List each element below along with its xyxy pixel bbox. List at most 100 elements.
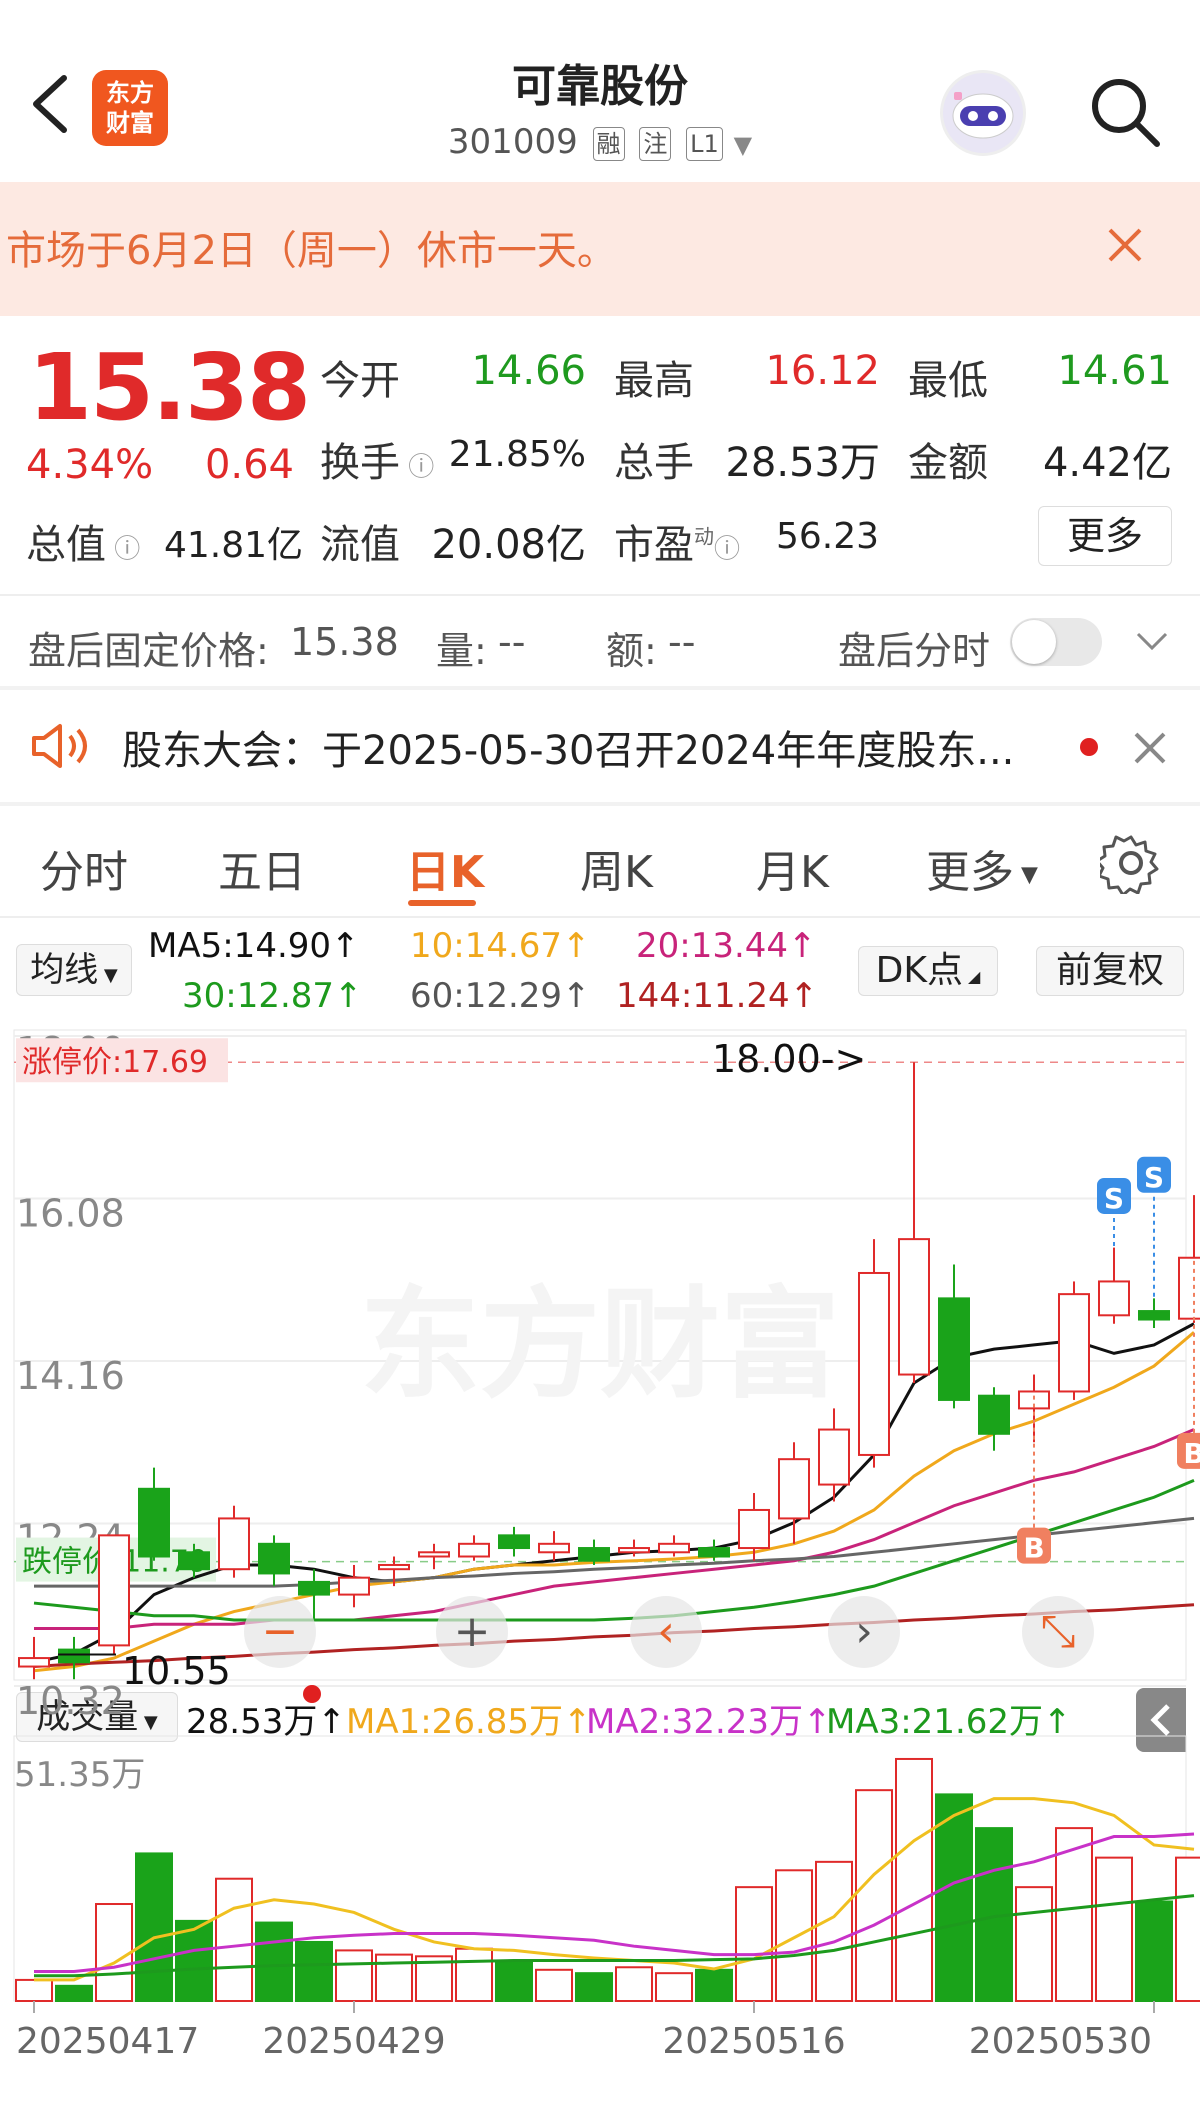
ma60-value: 60:12.29↑ [410,976,591,1016]
volume-bar [1175,1856,1200,2003]
candle-body [58,1648,90,1664]
volume-bar [895,1757,933,2002]
after-hours-row: 盘后固定价格: 15.38 量: -- 额: -- 盘后分时 [0,596,1200,688]
high-value: 16.12 [765,348,880,394]
price-tick-label: 16.08 [16,1192,125,1236]
signal-letter: S [1104,1182,1124,1215]
volume-bar [55,1984,93,2003]
tab-weekly-k[interactable]: 周K [580,836,653,900]
volume-bar [455,1947,493,2002]
adjust-mode-button[interactable]: 前复权 [1036,946,1184,996]
more-quote-button[interactable]: 更多 [1038,506,1172,566]
after-hours-qty: -- [498,620,526,664]
tab-more[interactable]: 更多 ▼ [926,836,1038,900]
shareholder-meeting-banner[interactable]: 股东大会：于2025-05-30召开2024年年度股东... [0,690,1200,802]
candle-body [418,1551,450,1558]
candle-body [898,1238,930,1376]
info-icon[interactable]: ⓘ [400,453,434,483]
ma20-value: 20:13.44↑ [636,926,817,966]
scroll-left-button-glyph: ‹ [657,1606,675,1657]
fullscreen-button-glyph: ⤡ [1040,1606,1075,1657]
after-hours-fixed-price: 15.38 [290,620,399,664]
candle-body [1058,1293,1090,1393]
tab-five-day[interactable]: 五日 [218,836,306,900]
open-value: 14.66 [471,348,586,394]
close-icon[interactable] [1130,728,1170,768]
level-tag: L1 [686,126,723,161]
volume-bar [815,1860,853,2002]
settings-gear-icon[interactable] [1100,832,1162,894]
pe-label: 市盈动ⓘ [614,522,741,568]
stock-code: 301009 [447,122,578,162]
turnover-label: 换手 ⓘ [320,440,435,486]
volume-bar [495,1961,533,2002]
date-label: 20250417 [16,2021,199,2062]
candle-body [218,1517,250,1571]
signal-letter: B [1023,1532,1044,1565]
tab-monthly-k[interactable]: 月K [756,836,829,900]
candle-body [258,1542,290,1575]
app-header: 东方 财富 可靠股份 301009 融 注 L1 ▼ [0,0,1200,182]
date-label: 20250516 [662,2021,845,2062]
volume-bar [295,1940,333,2003]
info-icon[interactable]: ⓘ [106,535,140,565]
unread-dot [1080,738,1098,756]
meeting-text: 股东大会：于2025-05-30召开2024年年度股东... [122,728,1015,774]
tab-intraday[interactable]: 分时 [40,836,128,900]
caret-down-icon: ▼ [1014,862,1038,888]
mktcap-label: 总值 ⓘ [26,522,141,568]
after-hours-amt-label: 额: [606,629,657,673]
volume-bar [855,1789,893,2003]
candle-body [698,1547,730,1558]
candle-body [978,1394,1010,1435]
candle-body [298,1580,330,1596]
moving-average-legend: 均线 ▼ MA5:14.90↑ 10:14.67↑ 20:13.44↑ 30:1… [0,918,1200,1028]
candle-body [138,1487,170,1558]
candle-body [938,1297,970,1401]
search-icon[interactable] [1085,72,1165,152]
limit-up-label: 涨停价:17.69 [22,1045,208,1080]
candle-body [98,1534,130,1647]
close-icon[interactable] [1100,220,1150,270]
kline-chart[interactable]: 18.0016.0814.1612.2410.32涨停价:17.69跌停价:11… [0,1026,1200,2105]
low-value: 14.61 [1057,348,1172,394]
candle-body [498,1534,530,1550]
volume-value: 28.53万 [725,440,880,486]
candle-body [578,1547,610,1562]
volume-bar [695,1968,733,2003]
pe-value: 56.23 [776,516,880,557]
change-pct: 4.34% [26,442,154,488]
assistant-robot-icon[interactable] [940,70,1026,156]
after-hours-toggle[interactable] [1010,618,1102,666]
volume-bar [335,1949,373,2003]
volume-bar [215,1877,253,2003]
volume-axis-max: 51.35万 [14,1755,145,1795]
candle-body [658,1542,690,1554]
zoom-out-button-glyph: − [262,1606,299,1657]
candle-body [18,1657,50,1668]
amount-label: 金额 [908,440,988,486]
signal-letter: B [1183,1437,1200,1470]
volume-bar [615,1966,653,2002]
ma-selector[interactable]: 均线 ▼ [16,944,132,996]
chevron-down-icon: ▼ [733,131,753,159]
notice-text: 市场于6月2日（周一）休市一天。 [6,228,617,274]
volume-label: 总手 [614,440,694,486]
after-hours-toggle-label: 盘后分时 [838,629,991,673]
price-tick-label: 14.16 [16,1354,125,1398]
chevron-down-icon[interactable] [1134,626,1170,656]
dk-points-button[interactable]: DK点 ◢ [858,946,998,996]
float-label: 流值 [320,522,400,568]
pe-dynamic-mark: 动 [694,524,714,549]
info-icon[interactable]: ⓘ [714,535,740,565]
candle-body [618,1547,650,1554]
active-tab-indicator [408,900,476,906]
chart-tabs: 分时 五日 日K 周K 月K 更多 ▼ [0,802,1200,918]
after-hours-amt: -- [668,620,696,664]
candle-body [1138,1310,1170,1321]
amount-value: 4.42亿 [1042,440,1172,486]
tab-daily-k[interactable]: 日K [406,836,484,900]
float-value: 20.08亿 [431,522,586,568]
volume-bar [575,1972,613,2002]
low-label: 最低 [908,358,988,404]
